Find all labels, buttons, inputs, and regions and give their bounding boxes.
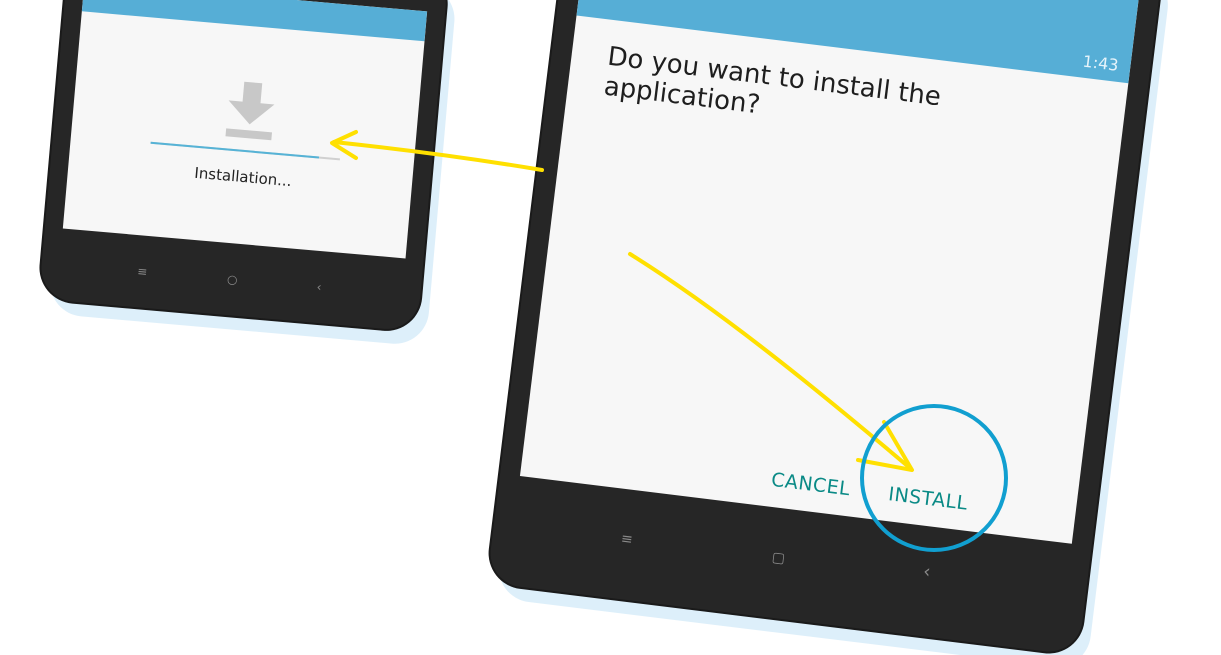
- home-icon[interactable]: ○: [226, 272, 238, 287]
- status-bar: [81, 0, 428, 42]
- download-icon: [225, 81, 275, 141]
- install-button[interactable]: INSTALL: [887, 483, 969, 515]
- install-prompt-screen: 1:43 Do you want to install the applicat…: [519, 0, 1141, 544]
- install-progress-bar: [150, 141, 340, 161]
- installing-screen: Installation...: [62, 0, 428, 259]
- menu-icon[interactable]: ≡: [620, 531, 634, 548]
- phone-install-prompt: 1:43 Do you want to install the applicat…: [486, 0, 1164, 655]
- install-progress-fill: [150, 141, 320, 159]
- installation-status-text: Installation...: [193, 163, 293, 191]
- cancel-button[interactable]: CANCEL: [770, 469, 851, 501]
- status-clock: 1:43: [1081, 51, 1120, 75]
- home-icon[interactable]: ▢: [771, 549, 786, 566]
- menu-icon[interactable]: ≡: [137, 264, 148, 279]
- phone-installing: Installation... ≡ ○ ‹: [38, 0, 449, 332]
- back-icon[interactable]: ‹: [316, 280, 322, 294]
- back-icon[interactable]: ‹: [922, 561, 932, 583]
